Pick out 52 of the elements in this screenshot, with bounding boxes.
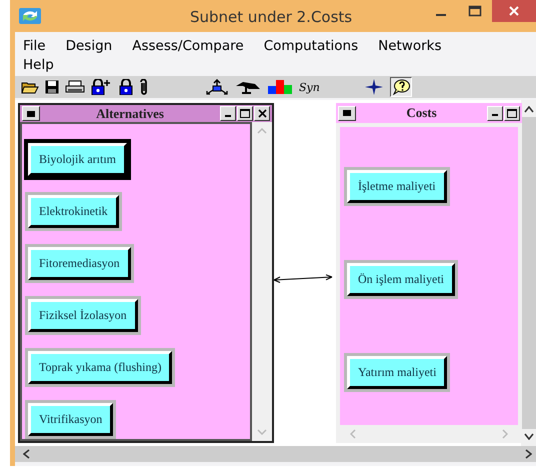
close-icon	[508, 5, 520, 17]
node-button[interactable]: İşletme maliyeti	[347, 170, 447, 203]
minimize-icon	[436, 14, 446, 16]
square-icon	[27, 110, 35, 116]
node-button[interactable]: Ön işlem maliyeti	[347, 263, 455, 296]
scroll-down-icon[interactable]	[524, 433, 534, 440]
node-button[interactable]: Vitrifikasyon	[28, 403, 114, 436]
system-menu-button[interactable]	[22, 106, 40, 121]
app-icon	[19, 8, 41, 24]
balance-scale-icon[interactable]	[235, 80, 261, 94]
maximize-icon	[240, 109, 250, 118]
print-icon[interactable]	[65, 80, 85, 94]
menu-item[interactable]: Help	[23, 57, 54, 73]
node-button[interactable]: Fiziksel İzolasyon	[28, 299, 138, 332]
menu-item[interactable]: File	[23, 38, 46, 54]
sub-window-title: Costs	[405, 105, 438, 121]
node-button[interactable]: Fitoremediasyon	[28, 247, 131, 280]
connector-arrow	[273, 274, 333, 284]
help-button[interactable]	[390, 77, 412, 97]
maximize-button[interactable]	[237, 106, 253, 121]
close-button[interactable]	[254, 106, 270, 121]
lock-icon[interactable]	[119, 79, 133, 95]
scrollbar[interactable]	[521, 100, 536, 446]
synthesis-tool[interactable]: Syn	[299, 80, 320, 94]
node-button[interactable]: Elektrokinetik	[28, 195, 119, 228]
node-button[interactable]: Toprak yıkama (flushing)	[28, 351, 172, 384]
system-menu-button[interactable]	[338, 106, 356, 120]
node-button[interactable]: Yatırım maliyeti	[347, 356, 448, 389]
menu-item[interactable]: Design	[66, 38, 112, 54]
open-folder-icon[interactable]	[21, 80, 39, 94]
window-title: Subnet under 2.Costs	[190, 8, 352, 26]
compass-icon[interactable]	[364, 78, 384, 96]
sub-window-title: Alternatives	[95, 106, 165, 122]
scroll-up-icon[interactable]	[524, 106, 534, 113]
scrollbar[interactable]	[15, 446, 536, 462]
save-icon[interactable]	[45, 80, 59, 94]
square-icon	[343, 110, 351, 116]
network-node-icon[interactable]	[205, 79, 229, 95]
maximize-icon	[468, 5, 482, 17]
menu-item[interactable]: Networks	[378, 38, 442, 54]
paperclip-icon[interactable]	[139, 79, 149, 95]
scroll-left-icon[interactable]	[23, 449, 30, 459]
scroll-right-icon[interactable]	[525, 449, 532, 459]
lock-plus-icon[interactable]	[91, 79, 113, 95]
menu-item[interactable]: Assess/Compare	[132, 38, 244, 54]
minimize-button[interactable]	[487, 106, 503, 120]
bar-chart-icon[interactable]	[267, 80, 293, 94]
close-icon	[258, 109, 266, 118]
maximize-icon	[507, 108, 517, 118]
menu-item[interactable]: Computations	[264, 38, 358, 54]
maximize-button[interactable]	[504, 106, 520, 120]
minimize-button[interactable]	[220, 106, 236, 121]
